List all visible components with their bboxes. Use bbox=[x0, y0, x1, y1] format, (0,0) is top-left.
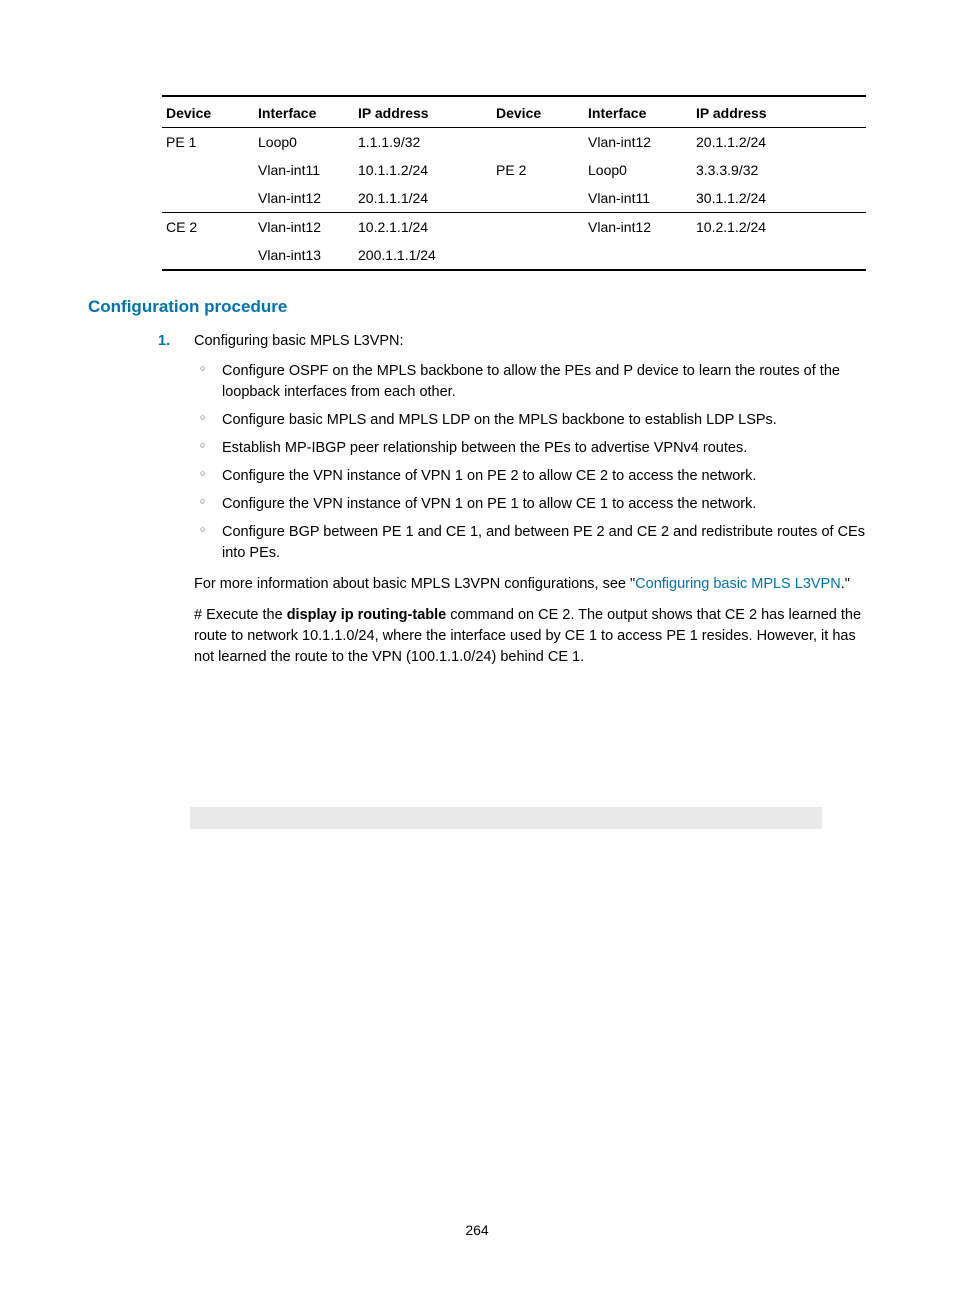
table-cell: 10.1.1.2/24 bbox=[354, 156, 492, 184]
redacted-block bbox=[190, 807, 822, 829]
table-cell: 3.3.3.9/32 bbox=[692, 156, 866, 184]
bullet-item: Establish MP-IBGP peer relationship betw… bbox=[194, 438, 866, 459]
table-cell: Loop0 bbox=[584, 156, 692, 184]
step-text: Configuring basic MPLS L3VPN: bbox=[194, 333, 404, 349]
table-cell bbox=[492, 128, 584, 157]
table-cell: Vlan-int13 bbox=[254, 241, 354, 270]
table-row: PE 1Loop01.1.1.9/32 Vlan-int1220.1.1.2/24 bbox=[162, 128, 866, 157]
table-row: Vlan-int1220.1.1.1/24 Vlan-int1130.1.1.2/… bbox=[162, 184, 866, 213]
table-row: Vlan-int1110.1.1.2/24PE 2Loop03.3.3.9/32 bbox=[162, 156, 866, 184]
table-cell bbox=[584, 241, 692, 270]
command-bold: display ip routing-table bbox=[287, 607, 447, 623]
table-cell: 10.2.1.2/24 bbox=[692, 213, 866, 242]
table-header-row: Device Interface IP address Device Inter… bbox=[162, 96, 866, 128]
table-cell: PE 1 bbox=[162, 128, 254, 157]
table-cell: Vlan-int12 bbox=[254, 184, 354, 213]
table-cell: 20.1.1.1/24 bbox=[354, 184, 492, 213]
th-ip2: IP address bbox=[692, 96, 866, 128]
device-interface-table: Device Interface IP address Device Inter… bbox=[162, 95, 866, 271]
th-device: Device bbox=[162, 96, 254, 128]
th-device2: Device bbox=[492, 96, 584, 128]
bullet-item: Configure basic MPLS and MPLS LDP on the… bbox=[194, 410, 866, 431]
th-interface: Interface bbox=[254, 96, 354, 128]
bullet-item: Configure the VPN instance of VPN 1 on P… bbox=[194, 494, 866, 515]
bullet-item: Configure OSPF on the MPLS backbone to a… bbox=[194, 361, 866, 403]
table-cell: PE 2 bbox=[492, 156, 584, 184]
th-interface2: Interface bbox=[584, 96, 692, 128]
section-heading: Configuration procedure bbox=[88, 297, 866, 317]
step-item: 1. Configuring basic MPLS L3VPN: Configu… bbox=[158, 331, 866, 668]
table-cell: 30.1.1.2/24 bbox=[692, 184, 866, 213]
table-row: CE 2Vlan-int1210.2.1.1/24Vlan-int1210.2.… bbox=[162, 213, 866, 242]
table-cell: Vlan-int12 bbox=[584, 128, 692, 157]
execute-paragraph: # Execute the display ip routing-table c… bbox=[194, 605, 866, 668]
table-cell bbox=[492, 213, 584, 242]
table-cell: Vlan-int12 bbox=[584, 213, 692, 242]
more-info-paragraph: For more information about basic MPLS L3… bbox=[194, 574, 866, 595]
table-cell: 1.1.1.9/32 bbox=[354, 128, 492, 157]
table-cell bbox=[692, 241, 866, 270]
table-cell: 20.1.1.2/24 bbox=[692, 128, 866, 157]
table-row: Vlan-int13200.1.1.1/24 bbox=[162, 241, 866, 270]
bullet-item: Configure the VPN instance of VPN 1 on P… bbox=[194, 466, 866, 487]
th-ip: IP address bbox=[354, 96, 492, 128]
table-cell bbox=[162, 241, 254, 270]
bullet-item: Configure BGP between PE 1 and CE 1, and… bbox=[194, 522, 866, 564]
table-cell bbox=[492, 184, 584, 213]
table-cell bbox=[492, 241, 584, 270]
table-cell: 200.1.1.1/24 bbox=[354, 241, 492, 270]
table-cell bbox=[162, 156, 254, 184]
table-cell: CE 2 bbox=[162, 213, 254, 242]
table-cell: Loop0 bbox=[254, 128, 354, 157]
table-cell: Vlan-int11 bbox=[584, 184, 692, 213]
table-cell bbox=[162, 184, 254, 213]
page-number: 264 bbox=[0, 1222, 954, 1238]
table-cell: 10.2.1.1/24 bbox=[354, 213, 492, 242]
table-cell: Vlan-int12 bbox=[254, 213, 354, 242]
step-number: 1. bbox=[158, 331, 170, 353]
table-cell: Vlan-int11 bbox=[254, 156, 354, 184]
cross-ref-link[interactable]: Configuring basic MPLS L3VPN bbox=[635, 576, 841, 592]
